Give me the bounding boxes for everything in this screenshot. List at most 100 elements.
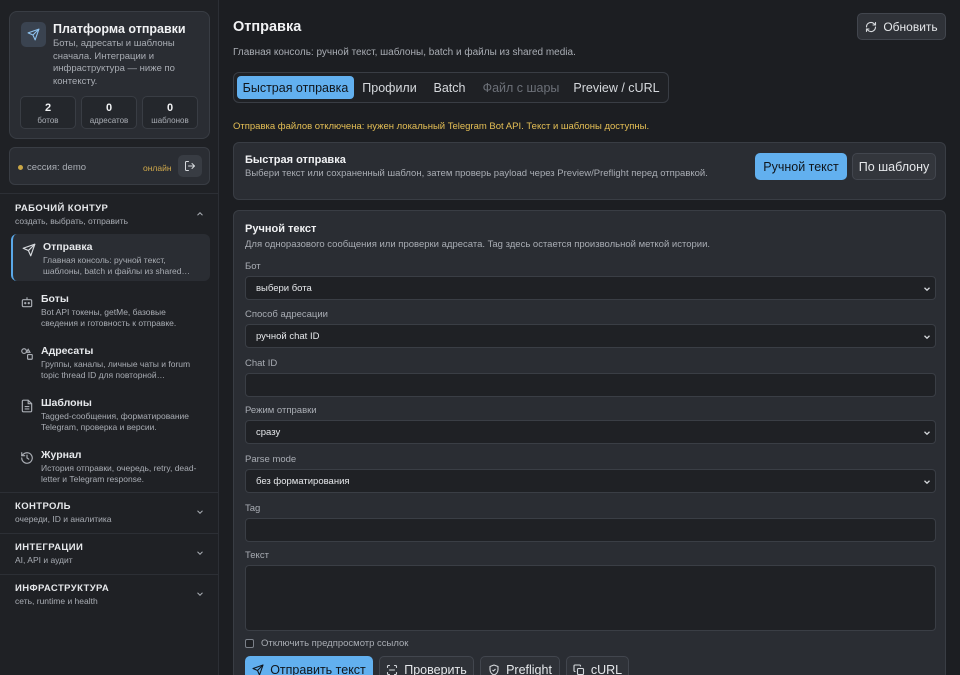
disable-preview-checkbox[interactable]: Отключить предпросмотр ссылок	[245, 638, 408, 649]
sidebar-item-desc: Группы, каналы, личные чаты и forum topi…	[41, 359, 191, 380]
stat-value: 2	[44, 102, 52, 114]
send-icon	[21, 22, 46, 47]
send-mode-select-value: сразу	[256, 426, 281, 438]
chevron-up-icon	[197, 212, 203, 216]
section-infrastructure[interactable]: ИНФРАСТРУКТУРА сеть, runtime и health	[15, 583, 205, 606]
curl-label: cURL	[590, 663, 623, 675]
refresh-icon	[866, 21, 877, 32]
preflight-button[interactable]: Preflight	[480, 656, 560, 675]
send-icon	[252, 664, 264, 675]
stat-bots: 2 ботов	[20, 96, 76, 129]
logout-button[interactable]	[178, 155, 202, 177]
chevron-down-icon	[197, 592, 203, 596]
tab-preview-curl[interactable]: Preview / cURL	[568, 76, 665, 99]
send-mode-select[interactable]: сразу	[245, 420, 936, 444]
bot-label: Бот	[245, 261, 261, 272]
section-work[interactable]: РАБОЧИЙ КОНТУР создать, выбрать, отправи…	[15, 203, 205, 226]
sidebar-item-bots[interactable]: Боты Bot API токены, getMe, базовые свед…	[11, 286, 210, 333]
quick-send-subtitle: Выбери текст или сохраненный шаблон, зат…	[245, 168, 708, 179]
send-text-label: Отправить текст	[270, 663, 366, 675]
addressing-select-value: ручной chat ID	[256, 330, 320, 342]
bot-select-value: выбери бота	[256, 282, 312, 294]
bot-select[interactable]: выбери бота	[245, 276, 936, 300]
bot-icon	[21, 297, 33, 308]
divider	[0, 574, 219, 575]
warning-message: Отправка файлов отключена: нужен локальн…	[233, 121, 650, 132]
mode-template-button[interactable]: По шаблону	[852, 153, 936, 180]
sidebar-item-title: Шаблоны	[41, 397, 92, 409]
quick-send-card: Быстрая отправка Выбери текст или сохран…	[233, 142, 946, 200]
mode-manual-button[interactable]: Ручной текст	[755, 153, 847, 180]
parse-mode-label: Parse mode	[245, 454, 297, 465]
form-title: Ручной текст	[245, 223, 317, 235]
section-title: РАБОЧИЙ КОНТУР	[15, 203, 109, 214]
chevron-down-icon	[197, 551, 203, 555]
divider	[0, 533, 219, 534]
logout-icon	[185, 161, 195, 171]
divider	[0, 193, 219, 194]
sidebar-item-title: Боты	[41, 293, 69, 305]
preflight-label: Preflight	[506, 663, 552, 675]
tab-profiles[interactable]: Профили	[358, 76, 421, 99]
stat-label: шаблонов	[151, 116, 189, 125]
message-textarea[interactable]	[245, 565, 936, 631]
scan-icon	[387, 664, 398, 675]
sidebar-item-templates[interactable]: Шаблоны Tagged-сообщения, форматирование…	[11, 390, 210, 437]
history-icon	[21, 452, 33, 464]
tab-quick-send[interactable]: Быстрая отправка	[237, 76, 354, 99]
chevron-down-icon	[924, 431, 930, 436]
divider	[0, 492, 219, 493]
chevron-down-icon	[924, 287, 930, 292]
sidebar-item-desc: Bot API токены, getMe, базовые сведения …	[41, 307, 177, 328]
sidebar-item-journal[interactable]: Журнал История отправки, очередь, retry,…	[11, 442, 210, 489]
section-integrations[interactable]: ИНТЕГРАЦИИ AI, API и аудит	[15, 542, 205, 565]
session-card: сессия: demo онлайн	[9, 147, 210, 185]
send-text-button[interactable]: Отправить текст	[245, 656, 373, 675]
tab-batch[interactable]: Batch	[425, 76, 474, 99]
curl-button[interactable]: cURL	[566, 656, 629, 675]
refresh-label: Обновить	[883, 19, 938, 34]
tab-share-file: Файл с шары	[482, 80, 560, 95]
chat-id-label: Chat ID	[245, 358, 278, 369]
brand-card: Платформа отправки Боты, адресаты и шабл…	[9, 11, 210, 139]
page-title: Отправка	[233, 19, 302, 35]
sidebar-item-send[interactable]: Отправка Главная консоль: ручной текст, …	[11, 234, 210, 281]
addressing-label: Способ адресации	[245, 309, 328, 320]
addressing-select[interactable]: ручной chat ID	[245, 324, 936, 348]
document-icon	[21, 399, 33, 413]
section-title: ИНТЕГРАЦИИ	[15, 542, 84, 553]
check-button[interactable]: Проверить	[379, 656, 474, 675]
sidebar-item-desc: История отправки, очередь, retry, dead-l…	[41, 463, 197, 484]
sidebar-item-title: Отправка	[43, 241, 93, 253]
section-subtitle: очереди, ID и аналитика	[15, 514, 112, 524]
refresh-button[interactable]: Обновить	[857, 13, 946, 40]
section-title: ИНФРАСТРУКТУРА	[15, 583, 110, 594]
status-dot	[18, 165, 23, 170]
chevron-down-icon	[924, 480, 930, 485]
checkbox-box[interactable]	[245, 639, 254, 648]
parse-mode-select[interactable]: без форматирования	[245, 469, 936, 493]
tag-input[interactable]	[245, 518, 936, 542]
section-subtitle: создать, выбрать, отправить	[15, 216, 129, 226]
quick-send-title: Быстрая отправка	[245, 154, 346, 166]
shapes-icon	[21, 348, 33, 360]
chat-id-input[interactable]	[245, 373, 936, 397]
form-subtitle: Для одноразового сообщения или проверки …	[245, 239, 711, 250]
section-control[interactable]: КОНТРОЛЬ очереди, ID и аналитика	[15, 501, 205, 524]
stat-value: 0	[166, 102, 174, 114]
copy-icon	[573, 664, 584, 675]
sidebar-item-title: Журнал	[41, 449, 82, 461]
brand-description: Боты, адресаты и шаблоны сначала. Интегр…	[53, 38, 175, 87]
brand-title: Платформа отправки	[53, 22, 186, 36]
page-subtitle: Главная консоль: ручной текст, шаблоны, …	[233, 47, 576, 58]
session-label: сессия: demo	[27, 162, 87, 173]
stat-templates: 0 шаблонов	[142, 96, 198, 129]
chevron-down-icon	[197, 510, 203, 514]
check-label: Проверить	[404, 663, 467, 675]
manual-text-card: Ручной текст Для одноразового сообщения …	[233, 210, 946, 675]
send-icon	[22, 243, 36, 257]
sidebar-item-recipients[interactable]: Адресаты Группы, каналы, личные чаты и f…	[11, 338, 210, 385]
main-content: Отправка Главная консоль: ручной текст, …	[220, 0, 960, 675]
section-title: КОНТРОЛЬ	[15, 501, 71, 512]
stat-label: адресатов	[89, 116, 129, 125]
